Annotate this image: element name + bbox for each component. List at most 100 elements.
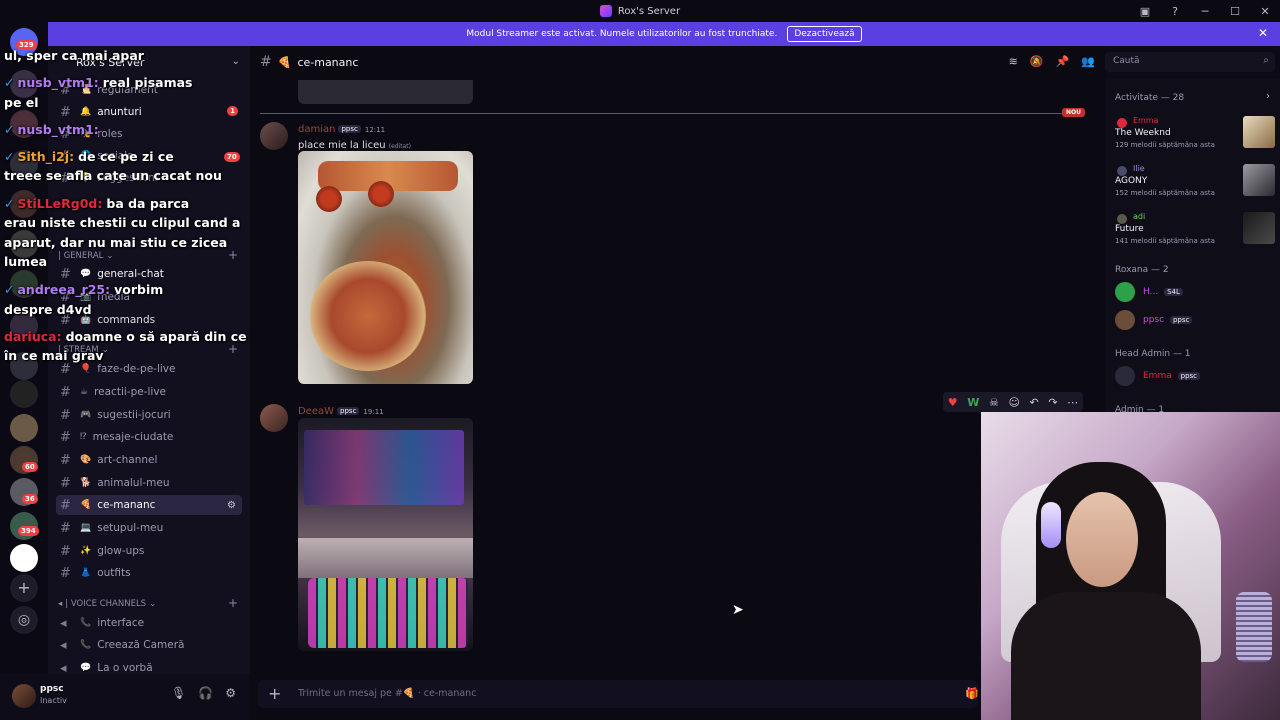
author-name[interactable]: DeeaW xyxy=(298,406,334,417)
channel-animalul-meu[interactable]: # 🐕 animalul-meu xyxy=(56,473,242,493)
microphone-icon[interactable]: 🎙 xyxy=(171,686,186,700)
inbox-icon[interactable]: ▣ xyxy=(1130,0,1160,22)
heart-reaction-icon[interactable]: ♥ xyxy=(948,396,958,409)
member-item[interactable]: ppsc ppsc xyxy=(1115,310,1275,332)
avatar xyxy=(1115,282,1135,302)
close-window-button[interactable]: ✕ xyxy=(1250,0,1280,22)
channel-label: outfits xyxy=(97,567,131,579)
activity-sub: 141 melodii săptămâna asta xyxy=(1115,237,1215,245)
attach-icon[interactable]: + xyxy=(268,684,281,703)
threads-icon[interactable]: ≋ xyxy=(1009,55,1018,68)
add-reaction-icon[interactable]: ☺ xyxy=(1008,396,1019,409)
channel-mesaje-ciudate[interactable]: # ⁉ mesaje-ciudate xyxy=(56,427,242,447)
channel-settings-icon[interactable]: ⚙ xyxy=(227,500,236,511)
members-icon[interactable]: 👥 xyxy=(1081,55,1095,68)
close-icon[interactable]: ✕ xyxy=(1258,26,1268,40)
activity-card[interactable]: Ilie AGONY 152 melodii săptămâna asta xyxy=(1115,164,1275,204)
notifications-icon[interactable]: 🔕 xyxy=(1030,55,1044,68)
channel-emoji: 🐕 xyxy=(80,478,92,488)
chat-line: aparut, dar nu mai stiu ce zicea xyxy=(4,235,228,250)
chat-line: ul, sper ca mai apar xyxy=(4,48,144,63)
channel-sugestii-jocuri[interactable]: # 🎮 sugestii-jocuri xyxy=(56,405,242,425)
setup-image[interactable] xyxy=(298,418,473,651)
disable-streamer-button[interactable]: Dezactivează xyxy=(787,26,862,42)
skull-reaction-icon[interactable]: ☠ xyxy=(989,396,999,409)
message-header: damian ppsc 12:11 xyxy=(298,124,385,135)
search-icon: ⌕ xyxy=(1263,55,1269,66)
add-channel-icon[interactable]: + xyxy=(228,596,238,610)
channel-emoji: 🎨 xyxy=(80,455,92,465)
activity-title: Future xyxy=(1115,224,1144,234)
add-server-icon[interactable]: + xyxy=(10,574,38,602)
help-icon[interactable]: ? xyxy=(1160,0,1190,22)
previous-image[interactable] xyxy=(298,80,473,104)
activity-card[interactable]: adi Future 141 melodii săptămâna asta xyxy=(1115,212,1275,252)
channel-header: # 🍕 ce-mananc ≋ 🔕 📌 👥 xyxy=(250,46,1105,78)
channel-setupul-meu[interactable]: # 💻 setupul-meu xyxy=(56,518,242,538)
avatar[interactable] xyxy=(12,684,36,708)
member-item[interactable]: H... S4L xyxy=(1115,282,1275,304)
chevron-down-icon[interactable]: ⌄ xyxy=(232,56,240,67)
member-item[interactable]: Emma ppsc xyxy=(1115,366,1275,388)
maximize-button[interactable]: ☐ xyxy=(1220,0,1250,22)
gift-icon[interactable]: 🎁 xyxy=(965,687,979,700)
server-icon[interactable] xyxy=(10,544,38,572)
channel-outfits[interactable]: # 👗 outfits xyxy=(56,563,242,583)
hash-icon: # xyxy=(60,407,71,423)
add-channel-icon[interactable]: + xyxy=(228,248,238,262)
search-placeholder: Caută xyxy=(1113,56,1140,66)
activity-card[interactable]: Emma The Weeknd 129 melodii săptămâna as… xyxy=(1115,116,1275,156)
server-icon[interactable] xyxy=(10,380,38,408)
activity-title: The Weeknd xyxy=(1115,128,1171,138)
pin-icon[interactable]: 📌 xyxy=(1056,55,1070,68)
channel-emoji: 🍕 xyxy=(277,55,292,69)
channel-label: ce-mananc xyxy=(97,499,156,511)
channel-glow-ups[interactable]: # ✨ glow-ups xyxy=(56,541,242,561)
pizza-image[interactable] xyxy=(298,151,473,384)
channel-reactii-pe-live[interactable]: # ☕ reactii-pe-live xyxy=(56,382,242,402)
verified-icon: ✓ xyxy=(4,149,15,164)
voice-channel-interface[interactable]: ◂ 📞 interface xyxy=(56,613,242,633)
forward-icon[interactable]: ↷ xyxy=(1048,396,1057,409)
chat-line: erau niste chestii cu clipul cand a xyxy=(4,215,241,230)
discover-icon[interactable]: ◎ xyxy=(10,606,38,634)
message-content: place mie la liceu xyxy=(298,140,386,151)
member-list: Activitate — 28 › Emma The Weeknd 129 me… xyxy=(1105,78,1280,415)
app-logo-icon xyxy=(599,5,612,17)
member-name: ppsc ppsc xyxy=(1143,315,1193,325)
w-reaction-icon[interactable]: W xyxy=(967,396,979,409)
channel-emoji: 💬 xyxy=(80,663,92,673)
channel-art-channel[interactable]: # 🎨 art-channel xyxy=(56,450,242,470)
hash-icon: # xyxy=(60,475,71,491)
search-input[interactable]: Caută ⌕ xyxy=(1105,52,1275,72)
channel-label: mesaje-ciudate xyxy=(92,431,174,443)
banner-text: Modul Streamer este activat. Numele util… xyxy=(466,29,778,39)
channel-emoji: 💻 xyxy=(80,523,92,533)
headphones-icon[interactable]: 🎧 xyxy=(198,686,213,700)
author-name[interactable]: damian xyxy=(298,124,335,135)
channel-anunturi[interactable]: # 🔔 anunturi 1 xyxy=(56,102,242,122)
tag-badge: ppsc xyxy=(337,407,360,415)
window-title-text: Rox's Server xyxy=(617,5,681,17)
activity-sub: 152 melodii săptămâna asta xyxy=(1115,189,1215,197)
timestamp: 12:11 xyxy=(364,126,386,134)
reply-icon[interactable]: ↶ xyxy=(1030,396,1039,409)
channel-badge: 1 xyxy=(227,106,238,116)
chevron-right-icon[interactable]: › xyxy=(1266,91,1270,102)
category-voice[interactable]: ◂ | VOICE CHANNELS ⌄ xyxy=(58,599,156,609)
hash-icon: # xyxy=(60,565,71,581)
more-icon[interactable]: ⋯ xyxy=(1067,396,1078,409)
server-icon[interactable] xyxy=(10,414,38,442)
hash-icon: # xyxy=(60,429,71,445)
channel-ce-mananc[interactable]: # 🍕 ce-mananc ⚙ xyxy=(56,495,242,515)
edited-label: (editat) xyxy=(388,143,411,150)
voice-channel-create-room[interactable]: ◂ 📞 Creează Cameră xyxy=(56,635,242,655)
role-header-roxana: Roxana — 2 xyxy=(1115,265,1169,275)
minimize-button[interactable]: ─ xyxy=(1190,0,1220,22)
user-status: Inactiv xyxy=(40,696,67,705)
channel-label: faze-de-pe-live xyxy=(97,363,176,375)
avatar[interactable] xyxy=(260,122,288,150)
message-composer[interactable]: + Trimite un mesaj pe #🍕 · ce-mananc xyxy=(258,680,978,708)
avatar[interactable] xyxy=(260,404,288,432)
gear-icon[interactable]: ⚙ xyxy=(225,686,236,700)
